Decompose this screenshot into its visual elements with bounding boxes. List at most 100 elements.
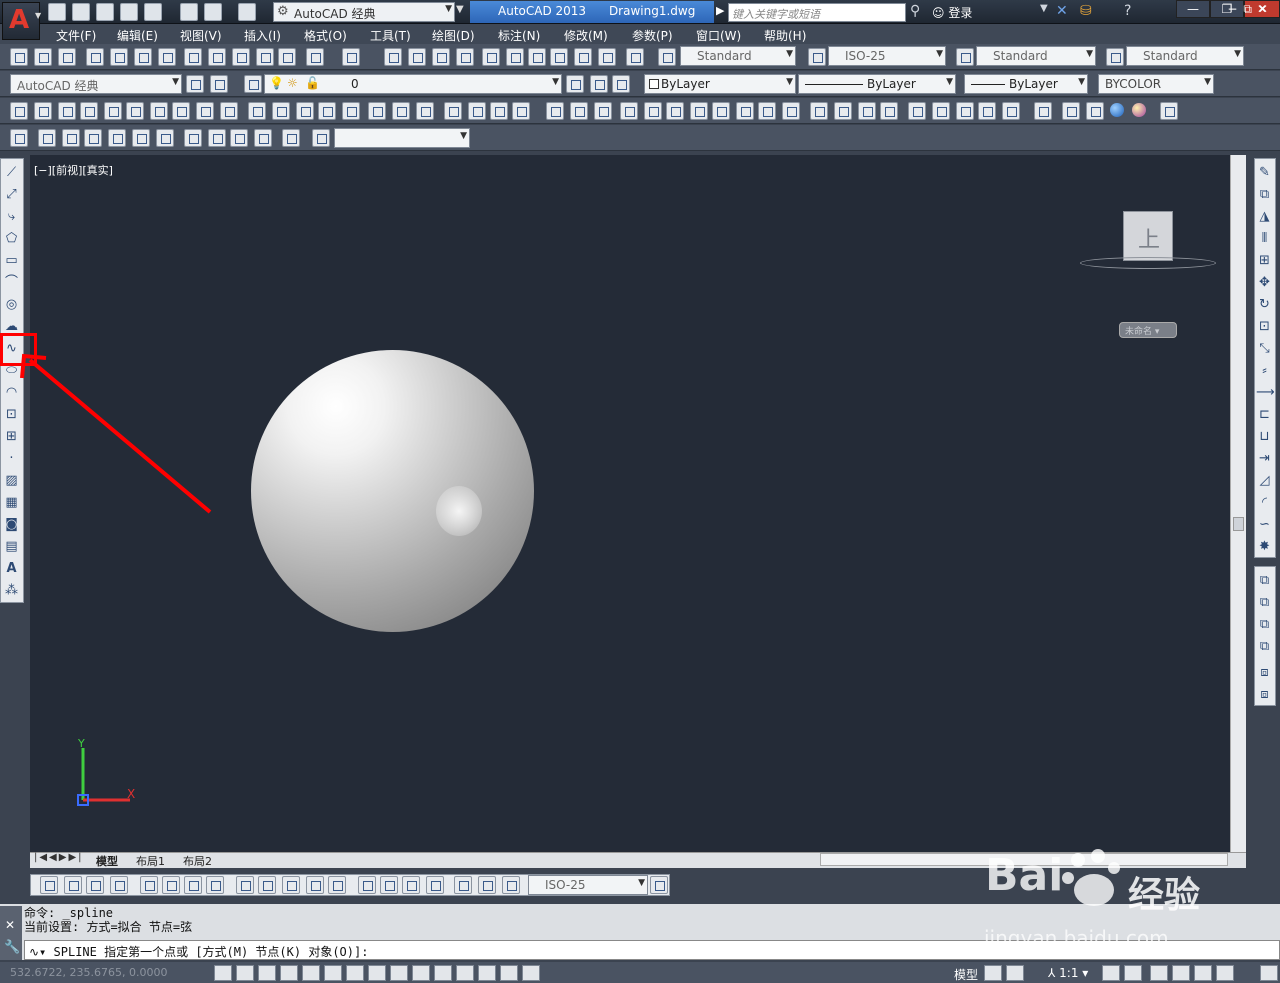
tool-palettes-icon[interactable] [528, 48, 546, 66]
back-view-icon[interactable] [156, 129, 174, 147]
named-views-icon[interactable] [10, 129, 28, 147]
workspace-dropdown[interactable]: AutoCAD 经典 ▼ [10, 74, 182, 94]
zoom-window-icon[interactable] [432, 48, 450, 66]
lineweight-toggle[interactable] [434, 965, 452, 981]
sphere-3d-object[interactable] [251, 350, 534, 632]
new-file-button[interactable] [48, 3, 66, 21]
ucs-3point-icon[interactable] [736, 102, 754, 120]
auto-scale-icon[interactable] [1124, 965, 1142, 981]
inspection-icon[interactable] [402, 876, 420, 894]
binoculars-icon[interactable]: ⚲ [910, 3, 920, 19]
view-back-icon[interactable] [1002, 102, 1020, 120]
vertical-scrollbar[interactable] [1230, 155, 1246, 852]
bring-above-icon[interactable]: ⧉ [1256, 616, 1273, 633]
model-space-button[interactable]: 模型 [954, 966, 978, 983]
paste-block-icon[interactable] [256, 48, 274, 66]
stretch-icon[interactable]: ⤡ [1256, 340, 1273, 357]
minimize-button[interactable]: — [1176, 0, 1210, 18]
exchange-icon[interactable]: ✕ [1056, 3, 1068, 19]
menu-edit[interactable]: 编辑(E) [117, 27, 158, 44]
quick-properties-toggle[interactable] [478, 965, 496, 981]
save-button[interactable] [96, 3, 114, 21]
text-style-icon[interactable] [658, 48, 676, 66]
sheet-set-icon[interactable] [550, 48, 568, 66]
design-center-icon[interactable] [506, 48, 524, 66]
bottom-view-icon[interactable] [62, 129, 80, 147]
send-under-icon[interactable]: ⧉ [1256, 638, 1273, 655]
workspace-settings-icon[interactable] [186, 75, 204, 93]
tab-layout1[interactable]: 布局1 [136, 853, 165, 869]
visual-style-conceptual-icon[interactable] [858, 102, 876, 120]
wrench-icon[interactable]: 🔧 [4, 940, 20, 955]
match-properties-icon[interactable] [278, 48, 296, 66]
left-view-icon[interactable] [84, 129, 102, 147]
infer-constraints-toggle[interactable] [214, 965, 232, 981]
ordinate-dim-icon[interactable] [110, 876, 128, 894]
annotation-visibility-icon[interactable] [1102, 965, 1120, 981]
ucs-world-icon[interactable] [570, 102, 588, 120]
menu-tools[interactable]: 工具(T) [370, 27, 411, 44]
view-right-icon[interactable] [978, 102, 996, 120]
lineweight-select[interactable]: ByLayer ▼ [964, 74, 1088, 94]
otrack-toggle[interactable] [368, 965, 386, 981]
erase-icon[interactable]: ✎ [1256, 164, 1273, 181]
menu-modify[interactable]: 修改(M) [564, 27, 608, 44]
intersect-icon[interactable] [416, 102, 434, 120]
snap-toggle[interactable] [236, 965, 254, 981]
dim-style-icon[interactable] [808, 48, 826, 66]
explode-icon[interactable]: ✸ [1256, 538, 1273, 555]
multileader-style-icon[interactable] [1106, 48, 1124, 66]
jogged-linear-icon[interactable] [426, 876, 444, 894]
cone-icon[interactable] [80, 102, 98, 120]
tab-model[interactable]: 模型 [96, 853, 118, 869]
materials-icon[interactable] [1086, 102, 1104, 120]
menu-insert[interactable]: 插入(I) [244, 27, 281, 44]
right-view-icon[interactable] [108, 129, 126, 147]
extend-icon[interactable]: ⟶ [1256, 384, 1275, 401]
add-selected-icon[interactable]: ⁂ [3, 582, 20, 599]
table-icon[interactable]: ▤ [3, 538, 20, 555]
dim-toolbar-style-select[interactable]: ISO-25 ▼ [528, 875, 648, 895]
ucs-icon[interactable] [546, 102, 564, 120]
isolate-objects-icon[interactable] [1216, 965, 1234, 981]
break-at-point-icon[interactable]: ⊏ [1256, 406, 1273, 423]
menu-draw[interactable]: 绘图(D) [432, 27, 475, 44]
chamfer-icon[interactable]: ◿ [1256, 472, 1273, 489]
scrollbar-thumb[interactable] [1233, 517, 1244, 531]
nw-iso-icon[interactable] [254, 129, 272, 147]
viewcube[interactable]: 上 [1123, 211, 1173, 261]
text-style-select[interactable]: Standard ▼ [680, 46, 796, 66]
layer-previous-icon[interactable] [590, 75, 608, 93]
ucs-previous-icon[interactable] [594, 102, 612, 120]
menu-window[interactable]: 窗口(W) [696, 27, 741, 44]
top-view-icon[interactable] [38, 129, 56, 147]
transparency-toggle[interactable] [456, 965, 474, 981]
clean-screen-icon[interactable] [1260, 965, 1278, 981]
search-input[interactable]: 键入关键字或短语 [728, 3, 906, 22]
plotstyle-select[interactable]: BYCOLOR ▼ [1098, 74, 1214, 94]
layer-select[interactable]: 💡 ☼ 🔓 0 ▼ [264, 74, 562, 94]
sweep-icon[interactable] [296, 102, 314, 120]
lights-icon[interactable] [1062, 102, 1080, 120]
table-style-icon[interactable] [956, 48, 974, 66]
named-view-select[interactable]: ▼ [334, 128, 470, 148]
undo-button[interactable] [204, 3, 222, 21]
save-as-button[interactable] [120, 3, 138, 21]
3d-rotate-icon[interactable] [468, 102, 486, 120]
fillet-icon[interactable]: ◜ [1256, 494, 1273, 511]
redo-icon[interactable] [342, 48, 360, 66]
wedge-icon[interactable] [58, 102, 76, 120]
send-to-back-icon[interactable]: ⧉ [1256, 594, 1273, 611]
help-icon[interactable] [626, 48, 644, 66]
workspace-switching-icon[interactable] [1150, 965, 1168, 981]
login-dropdown-icon[interactable]: ▼ [1040, 3, 1048, 14]
bring-to-front-icon[interactable]: ⧉ [1256, 572, 1273, 589]
view-left-icon[interactable] [956, 102, 974, 120]
zoom-realtime-icon[interactable] [408, 48, 426, 66]
autodesk-app-icon[interactable]: ⛁ [1080, 3, 1092, 19]
visual-style-2d-icon[interactable] [810, 102, 828, 120]
properties-icon[interactable] [482, 48, 500, 66]
publish-icon[interactable] [134, 48, 152, 66]
quickcalc-icon[interactable] [598, 48, 616, 66]
ucs-zaxis-icon[interactable] [712, 102, 730, 120]
